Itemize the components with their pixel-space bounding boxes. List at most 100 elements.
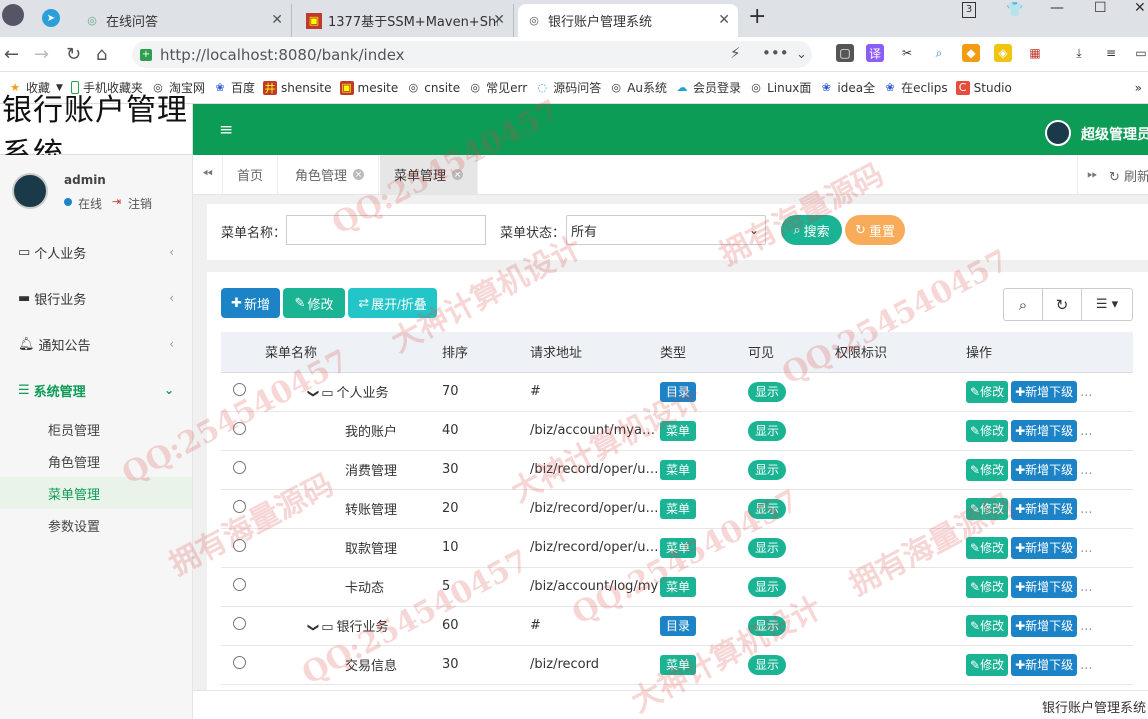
sidebar-item-notice[interactable]: 🔔︎ 通知公告 ‹ — [0, 321, 192, 367]
add-button[interactable]: ✚ 新增 — [221, 288, 280, 318]
menu-status-select[interactable]: 所有 ⌄ — [566, 215, 766, 245]
scissors-icon[interactable]: ✂ — [898, 44, 916, 62]
sidebar-item-bank[interactable]: ▬ 银行业务 ‹ — [0, 275, 192, 321]
row-more-button[interactable]: ... — [1080, 658, 1092, 673]
sidebar-item-personal[interactable]: ▭ 个人业务 ‹ — [0, 229, 192, 275]
table-row[interactable]: 我的账户 40/biz/account/mya… 菜单 显示 ✎修改 ✚新增下级... — [221, 411, 1133, 451]
shield-icon[interactable]: ◈ — [994, 44, 1012, 62]
close-window-icon[interactable]: ✕ — [1134, 0, 1146, 16]
select-cell[interactable] — [221, 450, 265, 490]
game-icon[interactable]: ◆ — [962, 44, 980, 62]
refresh-table-icon[interactable]: ↻ — [1043, 289, 1082, 320]
bookmark-shensite[interactable]: 井 shensite — [262, 80, 332, 95]
shirt-icon[interactable]: 👕 — [1006, 2, 1023, 18]
tabs-scroll-right-icon[interactable]: ⏩︎ — [1077, 155, 1107, 194]
logout-link[interactable]: 注销 — [128, 195, 152, 212]
tabs-scroll-left-icon[interactable]: ⏪︎ — [193, 155, 223, 194]
row-add-child-button[interactable]: ✚新增下级 — [1011, 380, 1078, 403]
home-icon[interactable]: ⌂ — [96, 44, 107, 65]
chevron-down-icon[interactable]: ⌄ — [796, 47, 807, 62]
profile-avatar[interactable] — [2, 4, 24, 26]
minimize-icon[interactable]: — — [1050, 0, 1064, 16]
tab-role[interactable]: 角色管理 × — [281, 155, 380, 194]
row-more-button[interactable]: ... — [1080, 502, 1092, 517]
columns-icon[interactable]: ☰ ▾ — [1082, 289, 1132, 320]
site-info-icon[interactable]: + — [140, 48, 152, 61]
row-radio[interactable] — [233, 383, 246, 396]
close-icon[interactable]: ✕ — [718, 12, 730, 28]
table-row[interactable]: 卡动态 5/biz/account/log/my 菜单 显示 ✎修改 ✚新增下级... — [221, 567, 1133, 607]
close-icon[interactable]: ✕ — [271, 12, 283, 28]
sidebar-subitem-role[interactable]: 角色管理 — [0, 445, 192, 477]
table-row[interactable]: 消费管理 30/biz/record/oper/u… 菜单 显示 ✎修改 ✚新增下级... — [221, 450, 1133, 490]
row-more-button[interactable]: ... — [1080, 541, 1092, 556]
row-edit-button[interactable]: ✎修改 — [966, 614, 1009, 637]
menu-name-input[interactable] — [286, 215, 486, 245]
row-edit-button[interactable]: ✎修改 — [966, 419, 1009, 442]
apps-icon[interactable]: ▦ — [1026, 44, 1044, 62]
row-add-child-button[interactable]: ✚新增下级 — [1011, 614, 1078, 637]
back-icon[interactable]: ← — [4, 44, 19, 65]
header-avatar[interactable] — [1045, 120, 1071, 146]
bookmark-mesite[interactable]: ▣ mesite — [339, 80, 398, 95]
row-radio[interactable] — [233, 461, 246, 474]
row-edit-button[interactable]: ✎修改 — [966, 497, 1009, 520]
close-icon[interactable]: × — [353, 169, 365, 180]
row-add-child-button[interactable]: ✚新增下级 — [1011, 536, 1078, 559]
row-add-child-button[interactable]: ✚新增下级 — [1011, 419, 1078, 442]
new-tab-button[interactable]: + — [748, 4, 766, 29]
maximize-icon[interactable]: ☐ — [1094, 0, 1107, 16]
flash-icon[interactable]: ⚡ — [730, 44, 741, 62]
hamburger-icon[interactable]: ≡ — [219, 120, 233, 140]
table-row[interactable]: 取款管理 10/biz/record/oper/u… 菜单 显示 ✎修改 ✚新增下级... — [221, 528, 1133, 568]
download-icon[interactable]: ⤓ — [1070, 44, 1088, 62]
sidebar-subitem-teller[interactable]: 柜员管理 — [0, 413, 192, 445]
bookmark-studio[interactable]: C Studio — [955, 80, 1012, 95]
table-row[interactable]: 交易信息 30/biz/record 菜单 显示 ✎修改 ✚新增下级... — [221, 645, 1133, 685]
select-cell[interactable] — [221, 606, 265, 646]
close-icon[interactable]: × — [452, 169, 464, 180]
row-edit-button[interactable]: ✎修改 — [966, 458, 1009, 481]
extension-icon[interactable]: ▢ — [836, 44, 854, 62]
bookmark-err[interactable]: ◎ 常见err — [468, 79, 527, 96]
row-add-child-button[interactable]: ✚新增下级 — [1011, 575, 1078, 598]
browser-tab-qa[interactable]: ◎ 在线问答 ✕ — [76, 4, 292, 37]
select-cell[interactable] — [221, 372, 265, 412]
forward-icon[interactable]: → — [34, 44, 49, 65]
row-add-child-button[interactable]: ✚新增下级 — [1011, 497, 1078, 520]
translate-icon[interactable]: 译 — [866, 44, 884, 62]
window-icon[interactable]: ▭ — [1132, 44, 1148, 62]
row-edit-button[interactable]: ✎修改 — [966, 380, 1009, 403]
row-radio[interactable] — [233, 578, 246, 591]
select-cell[interactable] — [221, 489, 265, 529]
table-row[interactable]: ❯▭ 个人业务 70 # 目录 显示 ✎修改 ✚新增下级... — [221, 372, 1133, 412]
tab-home[interactable]: 首页 — [223, 155, 279, 194]
row-more-button[interactable]: ... — [1080, 385, 1092, 400]
bookmark-baidu[interactable]: ❀ 百度 — [213, 79, 255, 96]
expander-icon[interactable]: ❯ — [307, 623, 320, 632]
row-radio[interactable] — [233, 656, 246, 669]
search-toggle-icon[interactable]: ⌕ — [1004, 289, 1043, 320]
select-cell[interactable] — [221, 567, 265, 607]
row-radio[interactable] — [233, 539, 246, 552]
table-row[interactable]: ❯▭ 银行业务 60 # 目录 显示 ✎修改 ✚新增下级... — [221, 606, 1133, 646]
row-radio[interactable] — [233, 500, 246, 513]
more-icon[interactable]: ••• — [762, 44, 789, 62]
row-edit-button[interactable]: ✎修改 — [966, 536, 1009, 559]
row-radio[interactable] — [233, 617, 246, 630]
menu-icon[interactable]: ≡ — [1102, 44, 1120, 62]
row-radio[interactable] — [233, 422, 246, 435]
select-cell[interactable] — [221, 528, 265, 568]
bookmark-idea[interactable]: ❀ idea全 — [819, 79, 875, 96]
bookmark-cnsite[interactable]: ◎ cnsite — [406, 81, 460, 95]
bookmark-au[interactable]: ◎ Au系统 — [609, 79, 667, 96]
row-add-child-button[interactable]: ✚新增下级 — [1011, 458, 1078, 481]
expand-collapse-button[interactable]: ⇄ 展开/折叠 — [348, 288, 437, 318]
refresh-button[interactable]: ↻ 刷新 — [1109, 166, 1148, 185]
search-icon[interactable]: ⌕ — [930, 44, 948, 62]
search-button[interactable]: ⌕ 搜索 — [781, 215, 842, 245]
header-username[interactable]: 超级管理员 — [1081, 124, 1148, 144]
expander-icon[interactable]: ❯ — [307, 389, 320, 398]
sidebar-subitem-params[interactable]: 参数设置 — [0, 509, 192, 541]
browser-tab-project[interactable]: ▣ 1377基于SSM+Maven+Shiro ✕ — [298, 4, 514, 37]
